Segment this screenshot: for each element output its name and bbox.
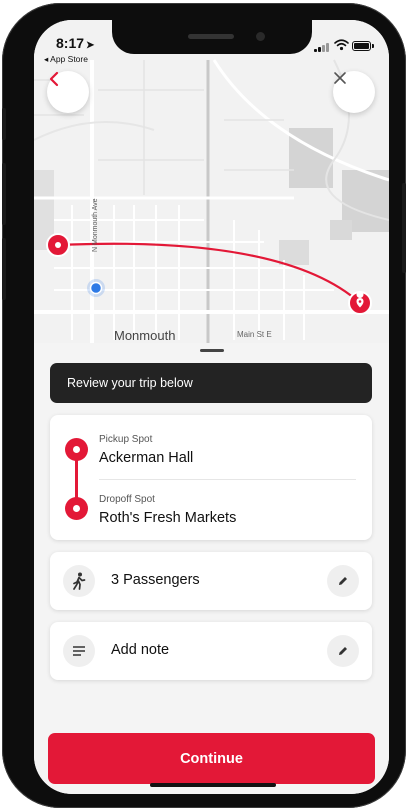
current-location-dot bbox=[89, 281, 103, 295]
battery-icon bbox=[352, 41, 374, 51]
continue-button[interactable]: Continue bbox=[48, 733, 375, 784]
phone-frame: Monmouth Main St E N Monmouth Ave 8:17 ➤… bbox=[2, 3, 406, 808]
home-indicator[interactable] bbox=[150, 783, 276, 787]
pickup-value[interactable]: Ackerman Hall bbox=[99, 450, 193, 466]
map-building bbox=[330, 220, 352, 240]
speaker bbox=[188, 34, 234, 39]
dropoff-label: Dropoff Spot bbox=[99, 494, 155, 505]
trip-summary-card: Pickup Spot Ackerman Hall Dropoff Spot R… bbox=[50, 415, 372, 540]
map-street-label: Main St E bbox=[237, 330, 272, 339]
pickup-pin-icon bbox=[65, 438, 88, 461]
review-banner: Review your trip below bbox=[50, 363, 372, 403]
walking-person-icon bbox=[63, 565, 95, 597]
pickup-map-pin-icon[interactable] bbox=[46, 233, 70, 257]
pencil-icon bbox=[339, 577, 347, 585]
chevron-left-icon bbox=[49, 71, 59, 87]
dropoff-map-pin-icon[interactable] bbox=[348, 290, 372, 315]
dropoff-pin-icon bbox=[65, 497, 88, 520]
pencil-icon bbox=[339, 647, 347, 655]
close-button[interactable] bbox=[333, 71, 375, 113]
status-bar: 8:17 ➤ ◂ App Store bbox=[34, 20, 389, 68]
passengers-row[interactable]: 3 Passengers bbox=[50, 552, 372, 610]
volume-down-button bbox=[2, 238, 6, 300]
volume-up-button bbox=[2, 163, 6, 225]
map-town-label: Monmouth bbox=[114, 328, 176, 343]
map-view[interactable]: Monmouth Main St E N Monmouth Ave bbox=[34, 20, 389, 350]
wifi-icon bbox=[334, 39, 349, 51]
status-time: 8:17 ➤ bbox=[56, 35, 94, 51]
map-graphic bbox=[34, 59, 389, 350]
location-arrow-icon: ➤ bbox=[86, 40, 95, 51]
note-text: Add note bbox=[111, 642, 170, 658]
sheet-drag-handle[interactable] bbox=[200, 349, 224, 352]
edit-passengers-button[interactable] bbox=[327, 565, 359, 597]
note-row[interactable]: Add note bbox=[50, 622, 372, 680]
front-camera bbox=[256, 32, 265, 41]
trip-divider bbox=[99, 479, 356, 480]
mute-switch bbox=[2, 108, 6, 140]
close-icon bbox=[334, 72, 346, 84]
back-button[interactable] bbox=[47, 71, 89, 113]
pickup-label: Pickup Spot bbox=[99, 434, 153, 445]
status-time-text: 8:17 bbox=[56, 35, 85, 51]
edit-note-button[interactable] bbox=[327, 635, 359, 667]
screen: Monmouth Main St E N Monmouth Ave 8:17 ➤… bbox=[34, 20, 389, 794]
note-lines-icon bbox=[63, 635, 95, 667]
review-banner-text: Review your trip below bbox=[67, 376, 193, 390]
power-button bbox=[402, 183, 406, 273]
map-avenue-label: N Monmouth Ave bbox=[92, 198, 99, 252]
continue-label: Continue bbox=[180, 750, 243, 767]
trip-sheet: Review your trip below Pickup Spot Acker… bbox=[34, 343, 389, 794]
back-to-app-link[interactable]: ◂ App Store bbox=[44, 54, 88, 65]
signal-icon bbox=[314, 43, 329, 52]
dropoff-value[interactable]: Roth's Fresh Markets bbox=[99, 510, 236, 526]
notch bbox=[112, 20, 312, 54]
passengers-text: 3 Passengers bbox=[111, 572, 200, 588]
